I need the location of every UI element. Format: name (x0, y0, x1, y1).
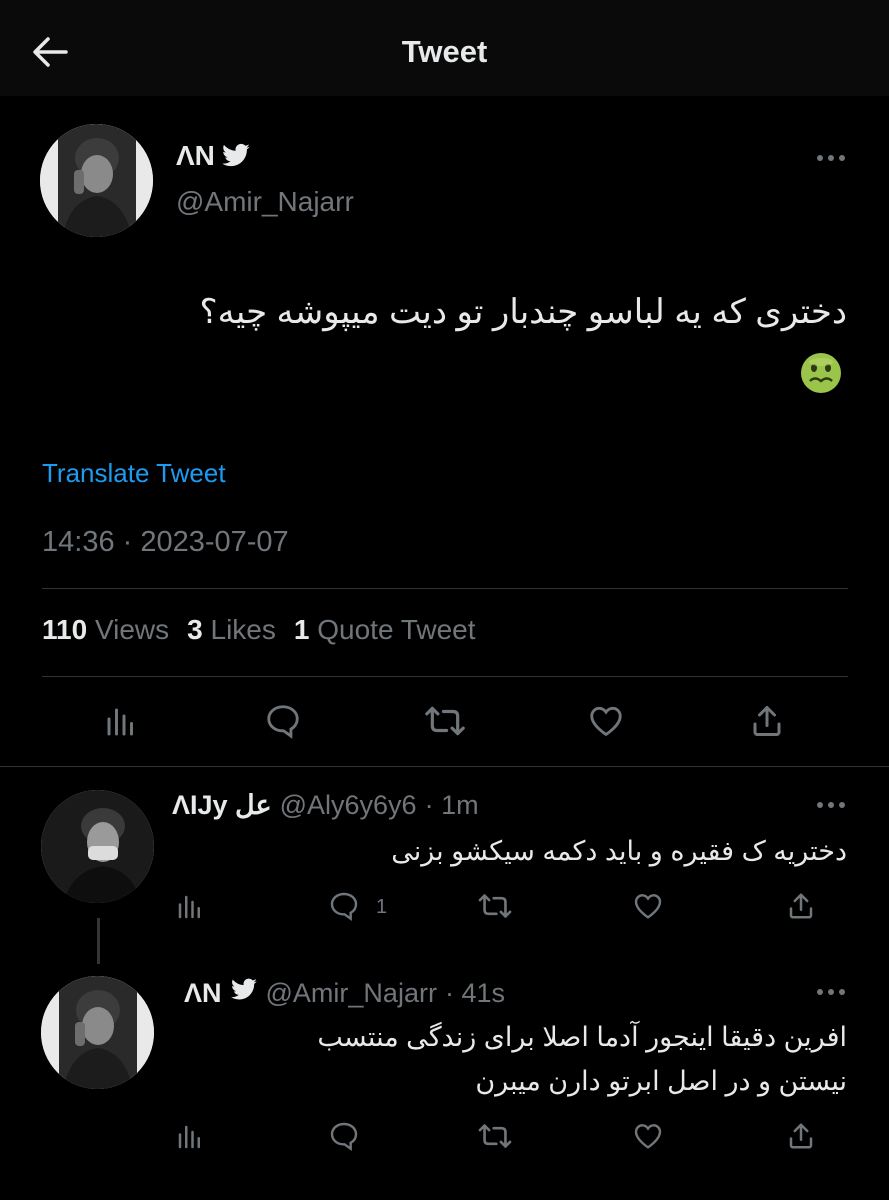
divider (0, 766, 889, 767)
more-options-icon[interactable] (815, 987, 847, 997)
reply-icon[interactable] (264, 702, 302, 740)
reply-text: دختریه ک فقیره و باید دکمه سیکشو بزنی (391, 836, 847, 866)
reply-icon[interactable] (328, 890, 360, 922)
more-options-icon[interactable] (815, 800, 847, 810)
display-name[interactable]: ΛN (184, 978, 222, 1009)
likes-stat[interactable]: 3 Likes (187, 614, 276, 646)
top-bar: Tweet (0, 0, 889, 96)
reply-header: ΛIJy عل @Aly6y6y6 · 1m (172, 790, 479, 821)
translate-tweet-link[interactable]: Translate Tweet (42, 458, 226, 489)
retweet-icon[interactable] (478, 890, 512, 922)
bird-icon (222, 143, 250, 167)
main-tweet-author[interactable]: ΛN (176, 140, 251, 172)
reply-header: ΛN @Amir_Najarr · 41s (184, 978, 505, 1009)
handle[interactable]: @Aly6y6y6 (280, 790, 417, 821)
thread-connector (97, 918, 100, 964)
divider (42, 676, 848, 677)
tweet-text: دختری که یه لباسو چندبار تو دیت میپوشه چ… (199, 293, 847, 331)
views-stat[interactable]: 110 Views (42, 614, 169, 646)
nauseated-face-emoji (801, 353, 841, 393)
share-icon[interactable] (786, 1120, 816, 1152)
reply-time[interactable]: · 1m (425, 790, 479, 821)
like-icon[interactable] (587, 702, 625, 740)
tweet-stats: 110 Views 3 Likes 1 Quote Tweet (42, 614, 488, 646)
like-icon[interactable] (632, 1120, 664, 1152)
avatar[interactable] (40, 124, 153, 237)
reply-time[interactable]: · 41s (445, 978, 505, 1009)
share-icon[interactable] (749, 702, 785, 740)
avatar[interactable] (41, 790, 154, 903)
bird-icon (230, 978, 257, 1000)
divider (42, 588, 848, 589)
analytics-icon[interactable] (103, 704, 139, 740)
quotes-stat[interactable]: 1 Quote Tweet (294, 614, 476, 646)
reply-text-line: افرین دقیقا اینجور آدما اصلا برای زندگی … (317, 1022, 847, 1052)
reply-count: 1 (376, 896, 388, 918)
handle[interactable]: @Amir_Najarr (266, 978, 437, 1009)
like-icon[interactable] (632, 890, 664, 922)
reply-text-line: نیستن و در اصل ابرتو دارن میبرن (475, 1066, 847, 1096)
avatar[interactable] (41, 976, 154, 1089)
analytics-icon[interactable] (175, 892, 205, 922)
analytics-icon[interactable] (175, 1122, 205, 1152)
handle[interactable]: @Amir_Najarr (176, 186, 354, 218)
retweet-icon[interactable] (424, 702, 466, 740)
timestamp[interactable]: 14:36 · 2023-07-07 (42, 526, 289, 559)
display-name[interactable]: ΛIJy عل (172, 790, 272, 821)
display-name[interactable]: ΛN (176, 140, 215, 172)
more-options-icon[interactable] (815, 153, 847, 163)
reply-icon[interactable] (328, 1120, 360, 1152)
share-icon[interactable] (786, 890, 816, 922)
page-title: Tweet (401, 34, 488, 69)
retweet-icon[interactable] (478, 1120, 512, 1152)
